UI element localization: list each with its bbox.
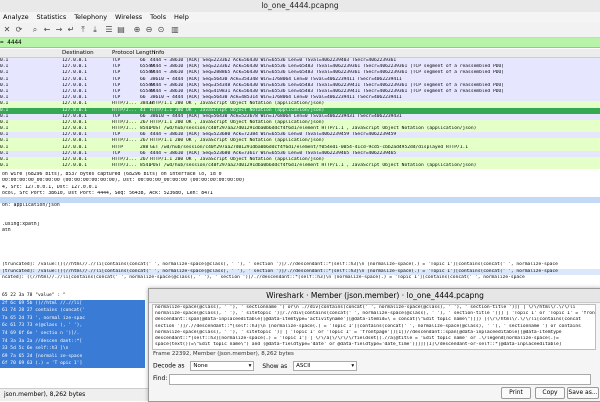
col-protocol[interactable]: Protocol <box>112 49 134 57</box>
json-value-row[interactable]: ncated]: ((//html//.//li[contains(concat… <box>0 275 600 282</box>
last-packet-icon[interactable]: ⤓ <box>90 25 100 35</box>
go-to-packet-icon[interactable]: ↵ <box>66 25 76 35</box>
packet-protocol: HTTP/J... <box>112 163 137 169</box>
resize-columns-icon[interactable]: ▥ <box>170 25 180 35</box>
hex-row[interactable]: 33 5d 5c 6e self::h3 ]\n <box>0 345 145 353</box>
dialog-line: section ')]/.//descendant::*[self::h3]\n… <box>155 323 581 329</box>
chevron-down-icon: ▾ <box>248 363 252 369</box>
menu-telephony[interactable]: Telephony <box>71 12 110 23</box>
show-as-value: ASCII <box>296 363 311 369</box>
decode-as-select[interactable]: None ▾ <box>190 361 255 371</box>
window-title: lo_one_4444.pcapng <box>0 0 600 12</box>
save-as-button[interactable]: Save as... <box>567 387 599 399</box>
menu-help[interactable]: Help <box>171 12 192 23</box>
hex-row[interactable]: 7a 65 2d 73 ', normal ize-spac <box>0 314 145 323</box>
display-filter-input[interactable]: = 4444 <box>0 38 600 48</box>
menu-bar: Analyze Statistics Telephony Wireless To… <box>0 12 600 23</box>
dialog-line: space(text())=\"Edit topic name\") and (… <box>155 342 562 348</box>
show-as-label: Show as <box>262 362 288 370</box>
packet-destination: 127.0.0.1 <box>62 163 87 169</box>
hex-row[interactable]: 6f 70 69 63 (.) = 'T opic 1'] <box>0 360 145 368</box>
zoom-reset-icon[interactable]: ⊙ <box>156 25 166 35</box>
close-file-icon[interactable]: ✕ <box>2 25 12 35</box>
dialog-line: descendant::span[@data-inplaceeditable][… <box>155 317 581 323</box>
go-back-icon[interactable]: ← <box>42 25 52 35</box>
chevron-down-icon: ▾ <box>351 363 355 369</box>
packet-row[interactable]: 0.1 127.0.0.1 HTTP/J... 8541 POST /wd/hub/se… <box>0 163 600 170</box>
go-forward-icon[interactable]: → <box>54 25 64 35</box>
hex-row[interactable]: 69 7a 65 2d [normali ze-space <box>0 352 145 361</box>
first-packet-icon[interactable]: ⤒ <box>78 25 88 35</box>
hex-row[interactable]: 74 69 6f 6e ' sectio n ')]/. <box>0 329 145 338</box>
json-value-row[interactable]: [truncated]: /value:(((//html//.//li[con… <box>0 262 600 269</box>
dialog-frame-info: Frame 22392, Member (json.member), 8,262… <box>153 351 294 357</box>
dialog-title: Wireshark · Member (json.member) · lo_on… <box>149 289 600 303</box>
packet-list-header: Destination Protocol Length Info <box>0 49 600 58</box>
menu-analyze[interactable]: Analyze <box>0 12 32 23</box>
autoscroll-icon[interactable]: ☰ <box>104 25 114 35</box>
colorize-icon[interactable]: ▤ <box>116 25 126 35</box>
packet-info: POST /wd/hub/session/c40f297aa27d01291db… <box>150 163 477 169</box>
copy-button[interactable]: Copy <box>535 387 565 399</box>
detail-row[interactable]: on: application/json <box>0 203 600 209</box>
dialog-content[interactable]: normalize-space(@class), ' '), ' section… <box>152 304 596 350</box>
zoom-out-icon[interactable]: ⊖ <box>144 25 154 35</box>
hex-row[interactable]: 2f 6c 69 5b ((//html //.//li[ <box>0 299 145 308</box>
tree-row[interactable]: ath <box>0 228 600 234</box>
hex-row[interactable]: 6c 61 73 73 e(@class ), ' '), <box>0 322 145 330</box>
menu-statistics[interactable]: Statistics <box>34 12 70 23</box>
packet-source: 0.1 <box>0 163 9 169</box>
packet-details-tree: .using:xpath] ath <box>0 222 600 258</box>
packet-bytes-pane: 65 22 3a 78 "value" : " 2f 6c 69 5b ((//h… <box>0 292 145 387</box>
decode-as-label: Decode as <box>153 362 185 370</box>
main-toolbar: ✕ ⟳ ⌕ ← → ↵ ⤒ ⤓ ☰ ▤ ⊕ ⊖ ⊙ ▥ <box>0 23 600 38</box>
status-text: json.member), 8,262 bytes <box>4 391 86 398</box>
hex-row[interactable]: 61 74 28 27 contains (concat(' <box>0 307 145 315</box>
member-dialog: Wireshark · Member (json.member) · lo_on… <box>148 288 600 402</box>
col-destination[interactable]: Destination <box>62 49 94 57</box>
menu-wireless[interactable]: Wireless <box>112 12 145 23</box>
hex-row[interactable]: 74 3a 3a 2a //descen dant::*[ <box>0 337 145 346</box>
find-input[interactable] <box>169 374 591 385</box>
packet-details: on wire (68296 bits), 8537 bytes capture… <box>0 172 600 220</box>
menu-tools[interactable]: Tools <box>147 12 169 23</box>
find-label: Find: <box>153 375 168 382</box>
col-length[interactable]: Length <box>136 49 155 57</box>
col-info[interactable]: Info <box>154 49 164 57</box>
search-icon[interactable]: ⌕ <box>30 25 40 35</box>
reload-icon[interactable]: ⟳ <box>14 25 24 35</box>
show-as-select[interactable]: ASCII ▾ <box>293 361 358 371</box>
zoom-in-icon[interactable]: ⊕ <box>132 25 142 35</box>
decode-as-value: None <box>193 363 208 369</box>
hex-row[interactable]: 65 22 3a 78 "value" : " <box>0 292 145 300</box>
packet-list: 0.1 127.0.0.1 TCP 66 4444 → 38610 [ACK] Seq=… <box>0 58 600 170</box>
print-button[interactable]: Print <box>501 387 531 399</box>
